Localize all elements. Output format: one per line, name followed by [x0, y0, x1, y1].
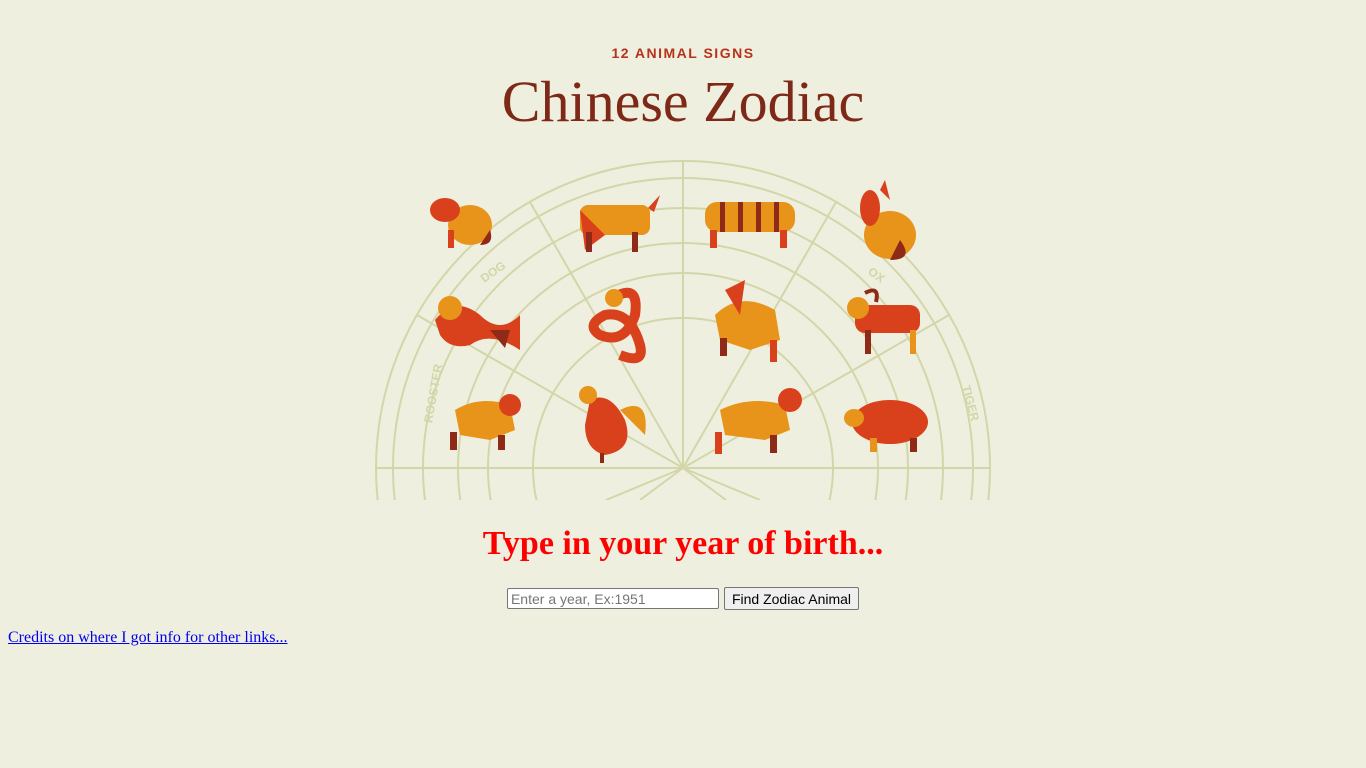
wheel-label-rooster: ROOSTER: [421, 363, 445, 424]
rat-icon: [430, 198, 492, 248]
monkey-icon: [450, 394, 521, 450]
credits-link[interactable]: Credits on where I got info for other li…: [8, 629, 288, 647]
zodiac-wheel-illustration: DOG OX ROOSTER TIGER: [375, 160, 991, 500]
banner-title: Chinese Zodiac: [501, 69, 865, 134]
ox-icon: [580, 195, 660, 252]
find-zodiac-animal-button[interactable]: Find Zodiac Animal: [723, 587, 860, 610]
wheel-label-dog: DOG: [478, 258, 508, 285]
horse-icon: [715, 280, 780, 362]
goat-icon: [847, 288, 920, 354]
dog-icon: [715, 388, 802, 454]
page: 12 ANIMAL SIGNS Chinese Zodiac DOG OX RO…: [0, 0, 1366, 768]
year-input[interactable]: [506, 588, 719, 609]
dragon-icon: [435, 296, 520, 350]
banner-subtitle: 12 ANIMAL SIGNS: [611, 45, 755, 61]
pig-icon: [844, 400, 928, 452]
zodiac-banner-image: 12 ANIMAL SIGNS Chinese Zodiac DOG OX RO…: [0, 0, 1366, 500]
birth-year-prompt: Type in your year of birth...: [482, 525, 884, 562]
wheel-label-tiger: TIGER: [959, 384, 982, 423]
tiger-icon: [705, 202, 795, 248]
rabbit-icon: [860, 180, 916, 260]
wheel-label-ox: OX: [865, 264, 887, 285]
rooster-icon: [579, 386, 646, 463]
year-search-form: Find Zodiac Animal: [0, 587, 1366, 610]
